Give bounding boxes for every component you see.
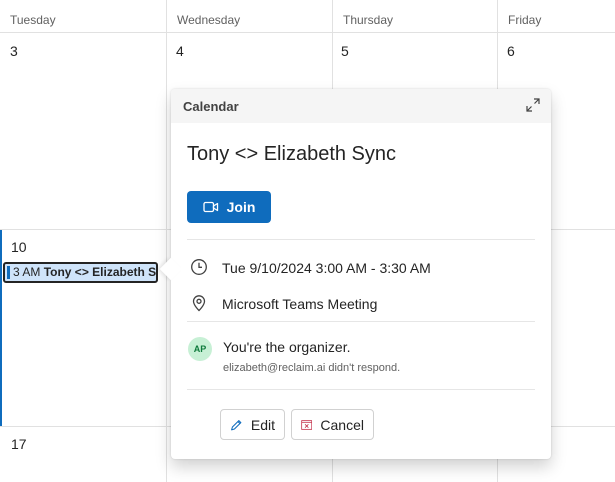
- day-number[interactable]: 6: [507, 43, 515, 59]
- edit-label: Edit: [250, 416, 275, 433]
- edit-button[interactable]: Edit: [220, 409, 285, 440]
- divider: [187, 321, 535, 322]
- day-number[interactable]: 10: [11, 239, 27, 255]
- popup-header: Calendar: [171, 89, 551, 123]
- day-number[interactable]: 5: [341, 43, 349, 59]
- event-accent-bar: [7, 266, 10, 279]
- clock-icon: [191, 259, 207, 275]
- day-number[interactable]: 17: [11, 436, 27, 452]
- event-chip-time: 3 AM: [13, 265, 41, 279]
- day-number[interactable]: 4: [176, 43, 184, 59]
- expand-icon[interactable]: [525, 97, 541, 113]
- event-chip-title: Tony <> Elizabeth Sync: [43, 265, 157, 279]
- event-title: Tony <> Elizabeth Sync: [187, 143, 397, 165]
- join-label: Join: [226, 199, 256, 215]
- location-pin-icon: [192, 295, 206, 312]
- event-chip[interactable]: 3 AM Tony <> Elizabeth Sync: [3, 262, 158, 283]
- column-header-friday: Friday: [498, 0, 615, 33]
- day-number[interactable]: 3: [10, 43, 18, 59]
- popup-header-title: Calendar: [183, 99, 239, 114]
- column-header-tuesday: Tuesday: [0, 0, 167, 33]
- event-location: Microsoft Teams Meeting: [222, 296, 378, 312]
- divider: [187, 389, 535, 390]
- join-button[interactable]: Join: [187, 191, 271, 223]
- video-icon: [202, 201, 218, 213]
- response-status: elizabeth@reclaim.ai didn't respond.: [223, 362, 401, 374]
- pencil-icon: [231, 419, 242, 430]
- column-header-thursday: Thursday: [333, 0, 498, 33]
- divider: [187, 239, 535, 240]
- column-header-wednesday: Wednesday: [167, 0, 333, 33]
- event-datetime: Tue 9/10/2024 3:00 AM - 3:30 AM: [222, 260, 431, 276]
- cancel-label: Cancel: [320, 416, 364, 433]
- cancel-calendar-icon: [301, 419, 313, 430]
- organizer-text: You're the organizer.: [223, 339, 351, 355]
- current-week-indicator: [0, 230, 2, 426]
- column-divider: [166, 33, 167, 482]
- event-peek-popup: Calendar Tony <> Elizabeth Sync Join Tue…: [159, 89, 551, 459]
- cancel-meeting-button[interactable]: Cancel: [291, 409, 374, 440]
- avatar: AP: [188, 337, 212, 361]
